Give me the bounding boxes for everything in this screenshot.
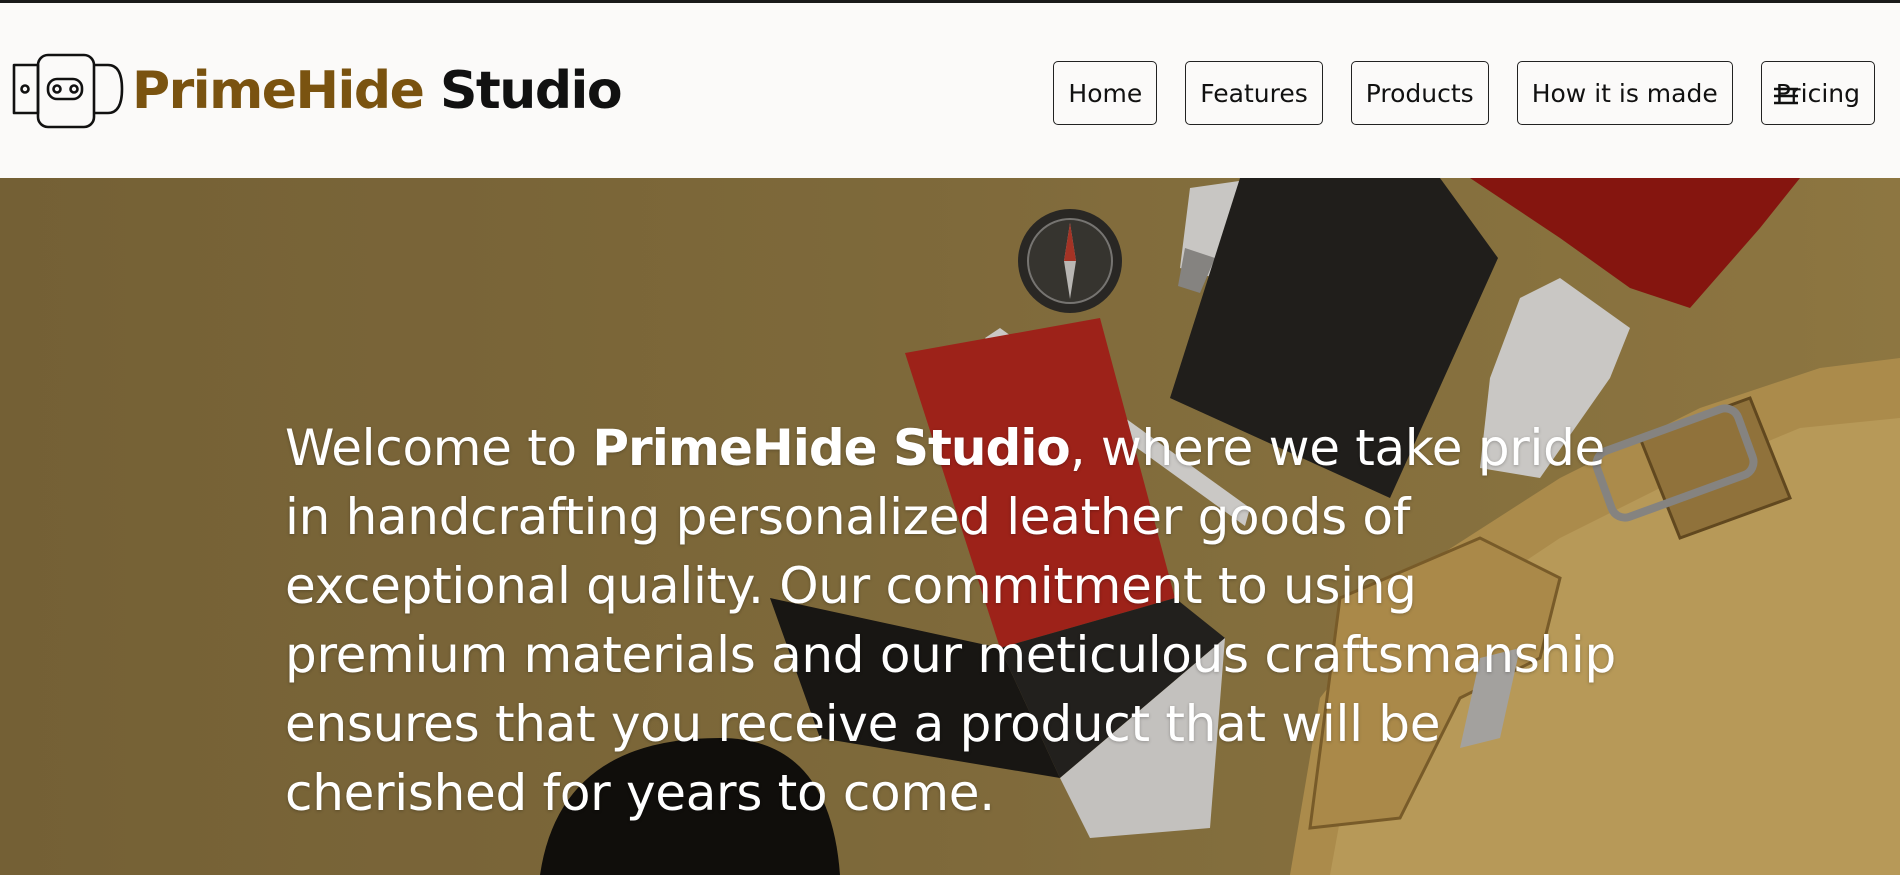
hero-section: Welcome to PrimeHide Studio, where we ta… (0, 178, 1900, 875)
belt-buckle-icon (12, 53, 124, 129)
nav-features-button[interactable]: Features (1185, 61, 1323, 125)
logo[interactable]: PrimeHide Studio (12, 51, 623, 131)
page: PrimeHide Studio Home Features Products … (0, 0, 1900, 875)
hero-brand-emphasis: PrimeHide Studio (592, 419, 1070, 477)
hamburger-menu-icon[interactable] (1773, 86, 1798, 106)
site-header: PrimeHide Studio Home Features Products … (0, 3, 1900, 178)
hero-text-lead: Welcome to (285, 419, 593, 477)
hero-intro-text: Welcome to PrimeHide Studio, where we ta… (285, 414, 1625, 828)
nav-pricing-button[interactable]: Pricing (1760, 61, 1875, 125)
main-nav: Home Features Products How it is made Pr… (1053, 61, 1875, 125)
brand-name-secondary: Studio (439, 61, 623, 121)
nav-how-it-is-made-button[interactable]: How it is made (1516, 61, 1733, 125)
hero-text-body: , where we take pride in handcrafting pe… (285, 419, 1616, 822)
brand-name-primary: PrimeHide (132, 61, 425, 121)
nav-home-button[interactable]: Home (1053, 61, 1158, 125)
nav-products-button[interactable]: Products (1350, 61, 1489, 125)
brand-name: PrimeHide Studio (132, 65, 623, 117)
